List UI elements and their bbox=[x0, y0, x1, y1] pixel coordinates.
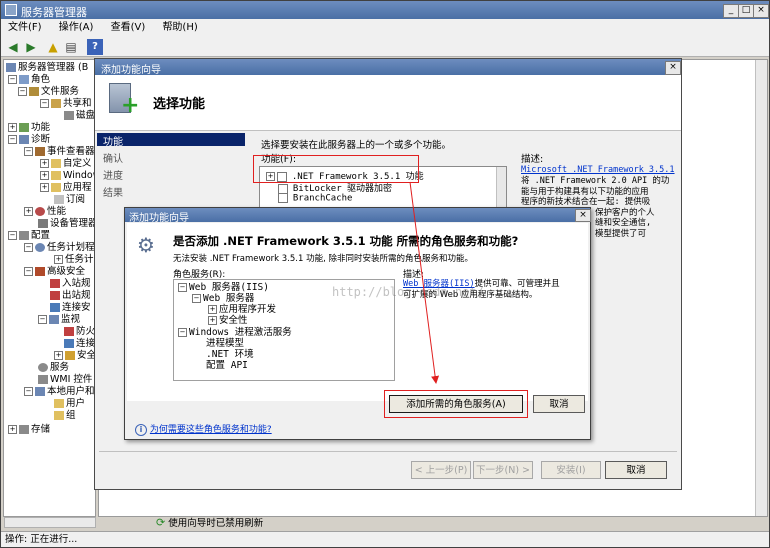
annotation-arrow bbox=[409, 181, 440, 384]
